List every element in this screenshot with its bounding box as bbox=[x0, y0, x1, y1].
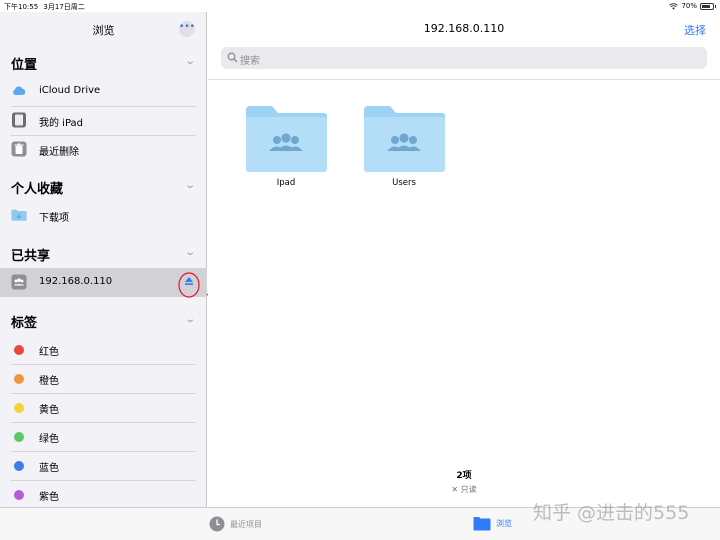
clock-icon bbox=[209, 516, 225, 532]
section-shared-title[interactable]: 已共享 bbox=[11, 245, 50, 264]
folder-ipad[interactable]: Ipad bbox=[244, 104, 334, 194]
section-locations-title[interactable]: 位置 bbox=[11, 54, 37, 73]
status-right: 70% bbox=[669, 2, 716, 10]
sidebar-item-label: 我的 iPad bbox=[39, 118, 84, 129]
tag-color-dot bbox=[14, 345, 24, 355]
watermark: 知乎 @进击的555 bbox=[533, 502, 690, 524]
sidebar-item-label: 橙色 bbox=[39, 376, 59, 387]
trash-icon bbox=[11, 141, 27, 157]
tag-color-dot bbox=[14, 461, 24, 471]
read-only-status: ✕ 只读 bbox=[208, 484, 720, 495]
files-app-screen: 下午10:55 3月17日周二 70% 浏览 ••• 位置 ⌄ iCloud D… bbox=[0, 0, 720, 540]
tag-color-dot bbox=[14, 403, 24, 413]
sidebar-item-label: 紫色 bbox=[39, 492, 59, 503]
tag-color-dot bbox=[14, 490, 24, 500]
tab-browse[interactable]: 浏览 bbox=[473, 516, 512, 531]
folder-name: Ipad bbox=[276, 178, 296, 188]
search-placeholder: 搜索 bbox=[240, 56, 260, 67]
ipad-icon bbox=[12, 112, 26, 128]
status-bar: 下午10:55 3月17日周二 70% bbox=[0, 0, 720, 12]
main-pane: 192.168.0.110 选择 搜索 Ipad Users 2项 ✕ 只读 bbox=[208, 12, 720, 507]
sidebar-item-label: 192.168.0.110 bbox=[39, 276, 113, 287]
sidebar-item-label: 最近删除 bbox=[39, 147, 79, 158]
sidebar-item-tag-red[interactable]: 红色 bbox=[0, 335, 207, 364]
sidebar-item-tag-blue[interactable]: 蓝色 bbox=[0, 451, 207, 480]
status-time-date: 下午10:55 3月17日周二 bbox=[4, 2, 85, 12]
shared-folder-icon bbox=[364, 106, 445, 172]
sidebar-title: 浏览 bbox=[92, 24, 115, 37]
sidebar: 浏览 ••• 位置 ⌄ iCloud Drive 我的 iPad 最近删除 个人… bbox=[0, 12, 207, 507]
ellipsis-icon: ••• bbox=[179, 22, 195, 32]
more-options-button[interactable]: ••• bbox=[179, 21, 195, 37]
sidebar-item-label: 黄色 bbox=[39, 405, 59, 416]
sidebar-item-label: 下载项 bbox=[39, 213, 69, 224]
tag-color-dot bbox=[14, 432, 24, 442]
status-time: 下午10:55 bbox=[4, 3, 39, 11]
folder-users[interactable]: Users bbox=[362, 104, 452, 194]
tab-label: 浏览 bbox=[496, 519, 512, 528]
chevron-down-icon[interactable]: ⌄ bbox=[184, 314, 196, 325]
sidebar-item-my-ipad[interactable]: 我的 iPad bbox=[0, 106, 207, 135]
shared-server-icon bbox=[11, 274, 27, 290]
sidebar-item-icloud-drive[interactable]: iCloud Drive bbox=[0, 77, 207, 106]
pencil-slash-icon: ✕ bbox=[451, 485, 459, 494]
sidebar-item-downloads[interactable]: 下载项 bbox=[0, 201, 207, 230]
shared-folder-icon bbox=[246, 106, 327, 172]
section-favorites-title[interactable]: 个人收藏 bbox=[11, 178, 63, 197]
chevron-down-icon[interactable]: ⌄ bbox=[184, 180, 196, 191]
item-count: 2项 bbox=[456, 471, 472, 481]
chevron-down-icon[interactable]: ⌄ bbox=[184, 56, 196, 67]
sidebar-item-label: 蓝色 bbox=[39, 463, 59, 474]
section-tags-title[interactable]: 标签 bbox=[11, 312, 37, 331]
sidebar-item-recently-deleted[interactable]: 最近删除 bbox=[0, 135, 207, 164]
page-title: 192.168.0.110 bbox=[423, 22, 505, 35]
wifi-icon bbox=[669, 2, 679, 10]
battery-icon bbox=[700, 2, 716, 10]
battery-percent: 70% bbox=[681, 2, 697, 10]
sidebar-item-tag-yellow[interactable]: 黄色 bbox=[0, 393, 207, 422]
sidebar-item-label: 红色 bbox=[39, 347, 59, 358]
sidebar-item-label: 绿色 bbox=[39, 434, 59, 445]
tag-color-dot bbox=[14, 374, 24, 384]
tab-recents[interactable]: 最近项目 bbox=[209, 516, 262, 532]
read-only-label: 只读 bbox=[460, 485, 477, 494]
divider bbox=[208, 79, 720, 80]
select-button[interactable]: 选择 bbox=[684, 22, 706, 38]
search-icon bbox=[227, 52, 238, 63]
sidebar-header: 浏览 ••• bbox=[0, 12, 206, 45]
search-input[interactable]: 搜索 bbox=[221, 47, 707, 69]
sidebar-item-tag-green[interactable]: 绿色 bbox=[0, 422, 207, 451]
sidebar-item-label: iCloud Drive bbox=[39, 85, 101, 96]
folder-icon bbox=[473, 517, 491, 531]
sidebar-item-tag-orange[interactable]: 橙色 bbox=[0, 364, 207, 393]
status-date: 3月17日周二 bbox=[43, 3, 85, 11]
folder-name: Users bbox=[392, 178, 416, 188]
chevron-down-icon[interactable]: ⌄ bbox=[184, 247, 196, 258]
icloud-icon bbox=[13, 86, 26, 95]
folder-icon bbox=[11, 209, 27, 221]
sidebar-item-tag-purple[interactable]: 紫色 bbox=[0, 480, 207, 509]
tab-label: 最近项目 bbox=[230, 519, 262, 529]
